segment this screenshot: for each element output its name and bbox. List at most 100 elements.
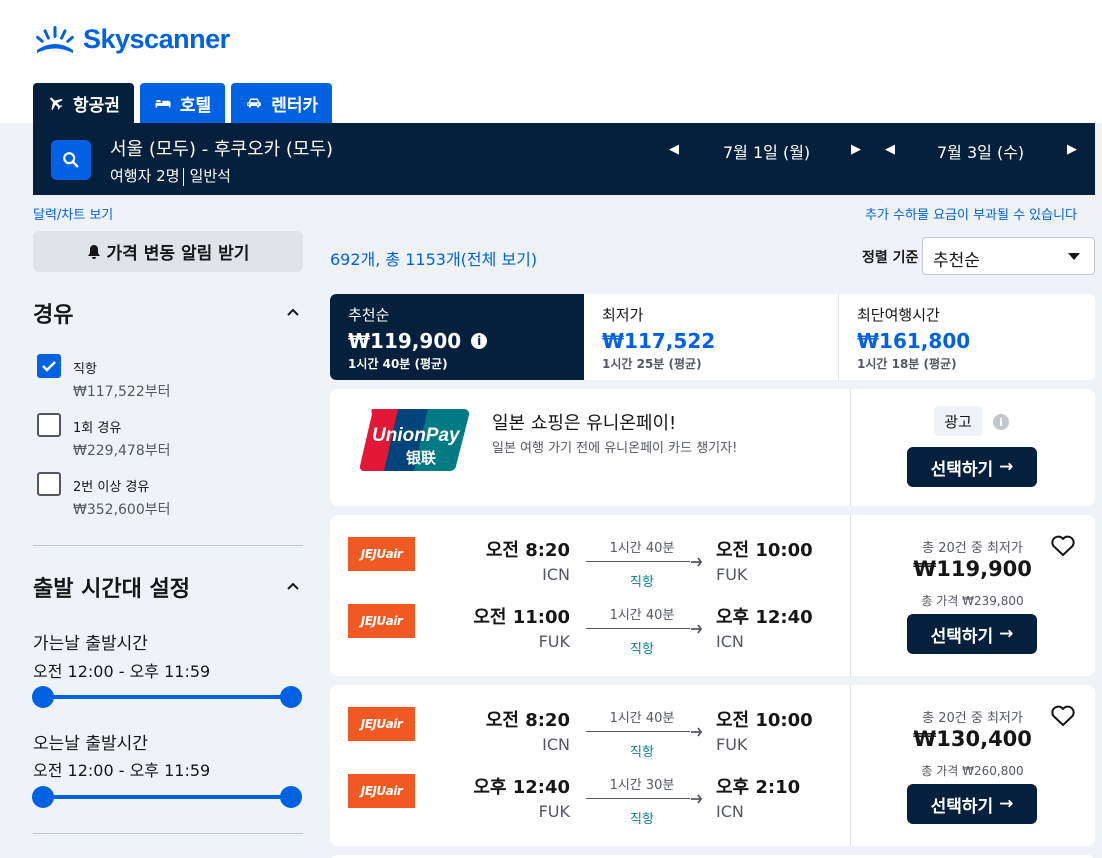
price-alert-label: 가격 변동 알림 받기 — [106, 244, 250, 264]
select-flight-button[interactable]: 선택하기 → — [907, 614, 1037, 654]
stops-filter-title: 경유 — [33, 303, 74, 328]
total-price: 총 가격 ₩260,800 — [921, 764, 1024, 778]
heart-icon[interactable] — [1050, 704, 1076, 728]
sort-tab-recommended[interactable]: 추천순 ₩119,900 i 1시간 40분 (평균) — [330, 294, 584, 380]
outbound-time-slider[interactable] — [43, 695, 291, 699]
sort-tabs: 추천순 ₩119,900 i 1시간 40분 (평균) 최저가 ₩117,522 … — [330, 294, 1095, 380]
departure-time: 오전 8:20 — [485, 540, 570, 561]
stops-label: 직항 — [630, 745, 654, 760]
chevron-up-icon[interactable] — [285, 304, 301, 320]
route-text[interactable]: 서울 (모두) - 후쿠오카 (모두) — [110, 135, 333, 161]
departure-airport: ICN — [542, 565, 570, 584]
travelers-text: 여행자 2명 — [110, 167, 180, 185]
sort-tab-fastest[interactable]: 최단여행시간 ₩161,800 1시간 18분 (평균) — [839, 294, 1093, 380]
search-icon — [63, 152, 79, 168]
tab-hotels[interactable]: 호텔 — [139, 83, 226, 123]
stop-option-price: ₩229,478부터 — [73, 443, 171, 459]
return-time-slider[interactable] — [43, 795, 291, 799]
depart-date[interactable]: 7월 1일 (월) — [723, 139, 810, 163]
arrival-airport: FUK — [716, 735, 748, 754]
ad-select-button[interactable]: 선택하기 → — [907, 447, 1037, 487]
skyscanner-logo[interactable]: Skyscanner — [33, 22, 230, 56]
arrival-airport: ICN — [716, 802, 744, 821]
baggage-fee-link[interactable]: 추가 수하물 요금이 부과될 수 있습니다 — [865, 204, 1077, 223]
route-line — [586, 731, 690, 732]
return-slider-end-handle[interactable] — [280, 786, 302, 808]
departure-time: 오후 12:40 — [473, 777, 570, 798]
tab-car-rental[interactable]: 렌터카 — [231, 83, 333, 123]
sort-tab-cheapest[interactable]: 최저가 ₩117,522 1시간 25분 (평균) — [584, 294, 838, 380]
svg-text:UnionPay: UnionPay — [372, 425, 461, 446]
stop-option-label[interactable]: 2번 이상 경유 — [73, 476, 149, 495]
arrival-time: 오후 2:10 — [716, 777, 801, 798]
sort-selected-value: 추천순 — [933, 251, 980, 271]
info-icon[interactable]: i — [993, 414, 1009, 430]
search-button[interactable] — [51, 140, 91, 180]
return-slider-start-handle[interactable] — [32, 786, 54, 808]
outbound-time-range: 오전 12:00 - 오후 11:59 — [33, 662, 211, 681]
arrival-time: 오후 12:40 — [716, 607, 813, 628]
arrival-airport: ICN — [716, 632, 744, 651]
arrow-right-icon: → — [999, 624, 1014, 644]
departure-airport: FUK — [538, 802, 570, 821]
calendar-chart-link[interactable]: 달력/차트 보기 — [33, 204, 113, 223]
cabin-text: 일반석 — [189, 167, 231, 185]
bell-icon — [87, 244, 100, 259]
sort-tab-price: ₩119,900 — [348, 329, 462, 353]
results-count-link[interactable]: 692개, 총 1153개(전체 보기) — [330, 246, 537, 270]
sort-tab-price: ₩117,522 — [602, 329, 716, 353]
select-button-label: 선택하기 — [930, 459, 994, 480]
divider — [33, 545, 303, 546]
sort-dropdown[interactable]: 추천순 — [922, 237, 1095, 275]
price-alert-button[interactable]: 가격 변동 알림 받기 — [33, 231, 303, 272]
departure-airport: FUK — [538, 632, 570, 651]
chevron-up-icon[interactable] — [285, 578, 301, 594]
plane-icon — [691, 557, 703, 567]
stop-option-label[interactable]: 1회 경유 — [73, 417, 121, 436]
plane-icon — [691, 624, 703, 634]
outbound-slider-start-handle[interactable] — [32, 686, 54, 708]
arrival-time: 오전 10:00 — [716, 710, 813, 731]
search-summary-bar[interactable]: 서울 (모두) - 후쿠오카 (모두) 여행자 2명 일반석 ◀ 7월 1일 (월… — [33, 123, 1095, 195]
flight-duration: 1시간 40분 — [609, 711, 675, 726]
info-icon[interactable]: i — [471, 333, 488, 349]
route-line — [586, 798, 690, 799]
unionpay-logo: UnionPay 银联 — [360, 408, 470, 472]
arrival-time: 오전 10:00 — [716, 540, 813, 561]
ad-card[interactable]: UnionPay 银联 일본 쇼핑은 유니온페이! 일본 여행 가기 전에 유니… — [330, 389, 1095, 506]
travelers-cabin[interactable]: 여행자 2명 일반석 — [110, 165, 231, 186]
plane-icon — [691, 727, 703, 737]
check-icon — [42, 361, 56, 372]
stops-label: 직항 — [630, 812, 654, 827]
stops-label: 직항 — [630, 575, 654, 590]
stop-option-price: ₩117,522부터 — [73, 384, 171, 400]
arrow-right-icon: → — [999, 794, 1014, 814]
tab-car-rental-label: 렌터카 — [271, 95, 319, 116]
departure-time: 오전 8:20 — [485, 710, 570, 731]
prev-depart-date-button[interactable]: ◀ — [669, 142, 679, 157]
stop-option-label[interactable]: 직항 — [73, 358, 97, 377]
checkbox-direct[interactable] — [37, 354, 61, 378]
heart-icon[interactable] — [1050, 534, 1076, 558]
checkbox-one-stop[interactable] — [37, 413, 61, 437]
sort-tab-title: 추천순 — [348, 306, 390, 324]
return-date[interactable]: 7월 3일 (수) — [937, 139, 1024, 163]
tab-flights[interactable]: 항공권 — [33, 83, 134, 123]
flight-card[interactable]: JEJUair 오전 8:20 ICN 1시간 40분 직항 오전 10:00 … — [330, 515, 1095, 676]
outbound-slider-end-handle[interactable] — [280, 686, 302, 708]
sort-tab-duration: 1시간 40분 (평균) — [348, 357, 448, 371]
prev-return-date-button[interactable]: ◀ — [885, 142, 895, 157]
checkbox-two-plus-stops[interactable] — [37, 472, 61, 496]
next-return-date-button[interactable]: ▶ — [1067, 142, 1077, 157]
tab-flights-label: 항공권 — [73, 95, 120, 116]
flight-duration: 1시간 30분 — [609, 778, 675, 793]
sort-tab-duration: 1시간 25분 (평균) — [602, 357, 702, 371]
flight-price: ₩119,900 — [913, 557, 1032, 581]
select-flight-button[interactable]: 선택하기 → — [907, 784, 1037, 824]
tab-hotels-label: 호텔 — [179, 95, 212, 116]
total-price: 총 가격 ₩239,800 — [921, 594, 1024, 608]
next-depart-date-button[interactable]: ▶ — [851, 142, 861, 157]
flight-card[interactable]: JEJUair 오전 8:20 ICN 1시간 40분 직항 오전 10:00 … — [330, 685, 1095, 846]
sort-label: 정렬 기준 — [862, 250, 919, 266]
outbound-time-label: 가는날 출발시간 — [33, 634, 148, 654]
